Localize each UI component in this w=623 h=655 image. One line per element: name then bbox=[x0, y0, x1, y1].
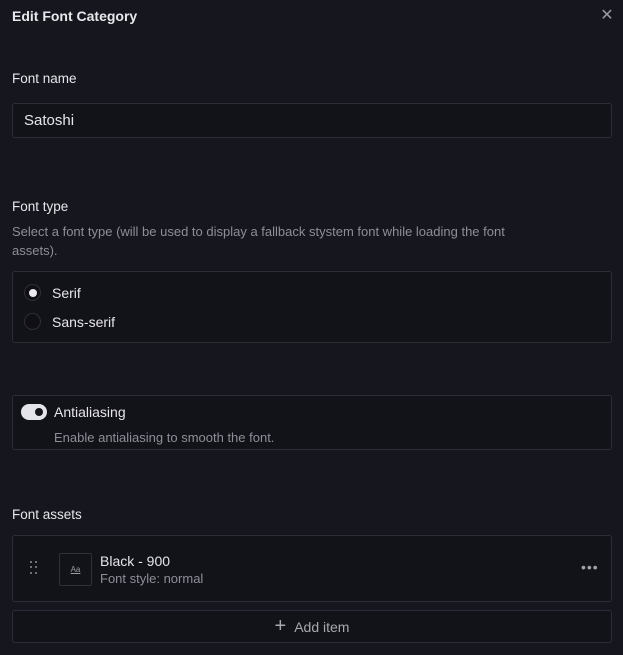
close-icon[interactable]: ✕ bbox=[599, 8, 615, 24]
add-item-label: Add item bbox=[294, 618, 350, 635]
more-options-icon[interactable]: ••• bbox=[581, 559, 599, 575]
font-name-input[interactable]: Satoshi bbox=[12, 103, 612, 138]
font-type-label: Font type bbox=[12, 199, 69, 214]
font-type-description: Select a font type (will be used to disp… bbox=[12, 224, 505, 258]
radio-label: Serif bbox=[52, 284, 81, 301]
drag-handle-icon[interactable] bbox=[30, 561, 38, 575]
font-name-label: Font name bbox=[12, 71, 77, 86]
antialiasing-label: Antialiasing bbox=[54, 404, 126, 420]
font-asset-title: Black - 900 bbox=[100, 553, 171, 569]
font-asset-subtitle: Font style: normal bbox=[100, 571, 204, 586]
font-preview-thumbnail: Aa bbox=[59, 553, 92, 586]
font-assets-label: Font assets bbox=[12, 507, 82, 522]
radio-serif[interactable]: Serif bbox=[24, 284, 81, 301]
antialiasing-toggle[interactable] bbox=[21, 404, 47, 420]
font-type-radio-group: Serif Sans-serif bbox=[12, 271, 612, 343]
antialiasing-card: Antialiasing Enable antialiasing to smoo… bbox=[12, 395, 612, 450]
radio-label: Sans-serif bbox=[52, 313, 116, 330]
radio-button[interactable] bbox=[24, 313, 41, 330]
antialiasing-description: Enable antialiasing to smooth the font. bbox=[54, 430, 275, 445]
radio-sans-serif[interactable]: Sans-serif bbox=[24, 313, 115, 330]
radio-button-checked[interactable] bbox=[24, 284, 41, 301]
font-asset-item[interactable]: Aa Black - 900 Font style: normal ••• bbox=[12, 535, 612, 602]
dialog-title: Edit Font Category bbox=[12, 8, 138, 24]
plus-icon: + bbox=[274, 615, 287, 637]
add-item-button[interactable]: + Add item bbox=[12, 610, 612, 643]
